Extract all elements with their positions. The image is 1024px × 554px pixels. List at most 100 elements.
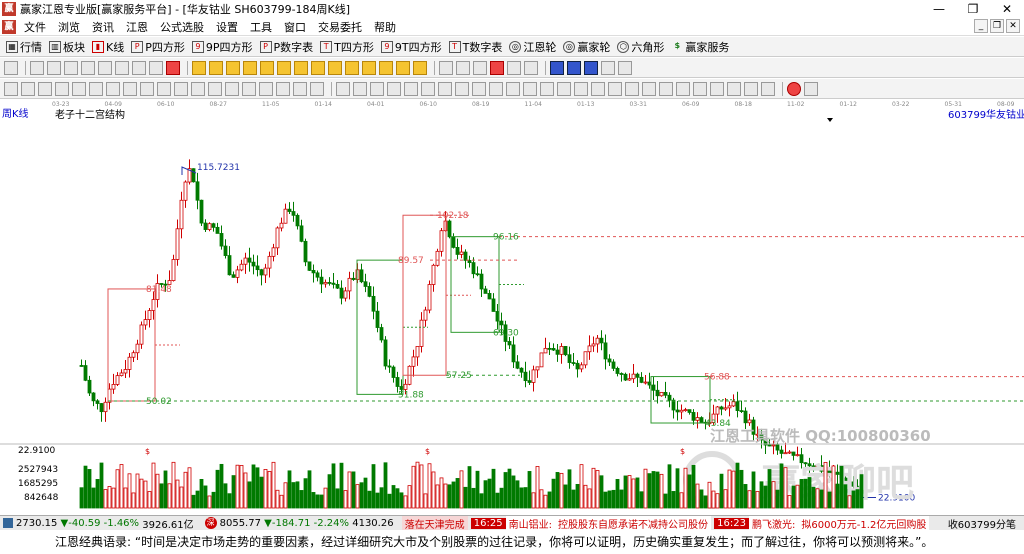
close-button[interactable]: ✕ [990,0,1024,18]
tool-icon[interactable] [55,81,69,96]
mdi-minimize-button[interactable]: _ [974,19,988,33]
grid-status-icon[interactable] [3,518,13,528]
kline-chart[interactable]: 周K线 老子十二宫结构 603799 华友钴业 115.7231 102.18 96… [0,108,1024,514]
tool-icon[interactable] [89,81,103,96]
tool-icon[interactable] [81,60,95,75]
toolbar-winner-wheel-button[interactable]: ◎ 赢家轮 [563,39,610,55]
period-select-icon[interactable] [4,60,18,75]
tool-icon[interactable] [642,81,656,96]
nav-right-icon[interactable] [243,60,257,75]
tool-icon[interactable] [208,81,222,96]
tool-icon[interactable] [166,60,180,75]
toolbar-quotes-button[interactable]: ▦ 行情 [6,39,42,55]
tool-icon[interactable] [507,60,521,75]
diamond-icon[interactable] [311,60,325,75]
tool-icon[interactable] [336,81,350,96]
hand-icon[interactable] [439,60,453,75]
toolbar-p-table-button[interactable]: P P数字表 [259,39,313,55]
menu-info[interactable]: 资讯 [86,19,120,35]
diamond-icon[interactable] [379,60,393,75]
news-ticker-3[interactable]: 拟6000万元-1.2亿元回购股 [798,516,930,530]
tool-icon[interactable] [387,81,401,96]
tool-icon[interactable] [710,81,724,96]
dropdown-arrow-icon[interactable] [827,118,833,122]
color-wheel-icon[interactable] [787,81,801,96]
tool-icon[interactable] [744,81,758,96]
restore-button[interactable]: ❐ [956,0,990,18]
toolbar-service-button[interactable]: $ 赢家服务 [671,39,730,55]
tool-icon[interactable] [506,81,520,96]
tool-icon[interactable] [727,81,741,96]
menu-gann[interactable]: 江恩 [120,19,154,35]
tool-icon[interactable] [293,81,307,96]
toolbar-kline-button[interactable]: ▮ K线 [92,39,124,55]
tool-icon[interactable] [140,81,154,96]
news-ticker-1[interactable]: 落在天津完成 [401,516,468,530]
tool-icon[interactable] [455,81,469,96]
tool-icon[interactable] [421,81,435,96]
news-text[interactable]: 控股股东自愿承诺不减持公司股份 [554,516,711,530]
tool-icon[interactable] [676,81,690,96]
tool-icon[interactable] [601,60,615,75]
print-icon[interactable] [584,60,598,75]
tool-icon[interactable] [259,81,273,96]
toolbar-t-square-button[interactable]: T T四方形 [320,39,374,55]
minimize-button[interactable]: — [922,0,956,18]
tool-icon[interactable] [540,81,554,96]
tool-icon[interactable] [659,81,673,96]
tool-icon[interactable] [98,60,112,75]
menu-browse[interactable]: 浏览 [52,19,86,35]
news-title[interactable]: 南山铝业: [505,516,555,530]
toolbar-hexagon-button[interactable]: ⬡ 六角形 [617,39,664,55]
tool-icon[interactable] [574,81,588,96]
tool-icon[interactable] [438,81,452,96]
tool-icon[interactable] [47,60,61,75]
tool-icon[interactable] [523,81,537,96]
tool-icon[interactable] [310,81,324,96]
tool-icon[interactable] [115,60,129,75]
tool-icon[interactable] [64,60,78,75]
gift-icon[interactable] [490,60,504,75]
menu-settings[interactable]: 设置 [210,19,244,35]
diamond-icon[interactable] [362,60,376,75]
tool-icon[interactable] [472,81,486,96]
tool-icon[interactable] [149,60,163,75]
window-icon[interactable] [550,60,564,75]
tool-icon[interactable] [242,81,256,96]
news-ticker-2[interactable]: 鹏飞激光: [748,516,799,530]
tool-icon[interactable] [591,81,605,96]
toolbar-9p-square-button[interactable]: 9 9P四方形 [191,39,253,55]
tool-icon[interactable] [404,81,418,96]
tool-icon[interactable] [524,60,538,75]
diamond-icon[interactable] [413,60,427,75]
nav-first-icon[interactable] [192,60,206,75]
menu-trade[interactable]: 交易委托 [312,19,368,35]
tool-icon[interactable] [276,81,290,96]
tool-icon[interactable] [157,81,171,96]
menu-window[interactable]: 窗口 [278,19,312,35]
tool-icon[interactable] [353,81,367,96]
toolbar-9t-square-button[interactable]: 9 9T四方形 [380,39,442,55]
toolbar-p-square-button[interactable]: P P四方形 [131,39,185,55]
diamond-icon[interactable] [294,60,308,75]
menu-formula[interactable]: 公式选股 [154,19,210,35]
toolbar-sectors-button[interactable]: ▥ 板块 [49,39,85,55]
nav-last-icon[interactable] [277,60,291,75]
diamond-icon[interactable] [396,60,410,75]
tool-icon[interactable] [174,81,188,96]
nav-left-icon[interactable] [226,60,240,75]
diamond-icon[interactable] [345,60,359,75]
tool-icon[interactable] [38,81,52,96]
menu-help[interactable]: 帮助 [368,19,402,35]
diamond-icon[interactable] [328,60,342,75]
tool-icon[interactable] [225,81,239,96]
tool-icon[interactable] [72,81,86,96]
crosshair-icon[interactable] [456,60,470,75]
index-shenzhen[interactable]: 8055.77 ▼-184.71 -2.24% 4130.26 [220,518,394,529]
nav-prev-icon[interactable] [209,60,223,75]
tool-icon[interactable] [693,81,707,96]
tool-icon[interactable] [106,81,120,96]
tool-icon[interactable] [557,81,571,96]
tool-icon[interactable] [30,60,44,75]
mdi-restore-button[interactable]: ❐ [990,19,1004,33]
